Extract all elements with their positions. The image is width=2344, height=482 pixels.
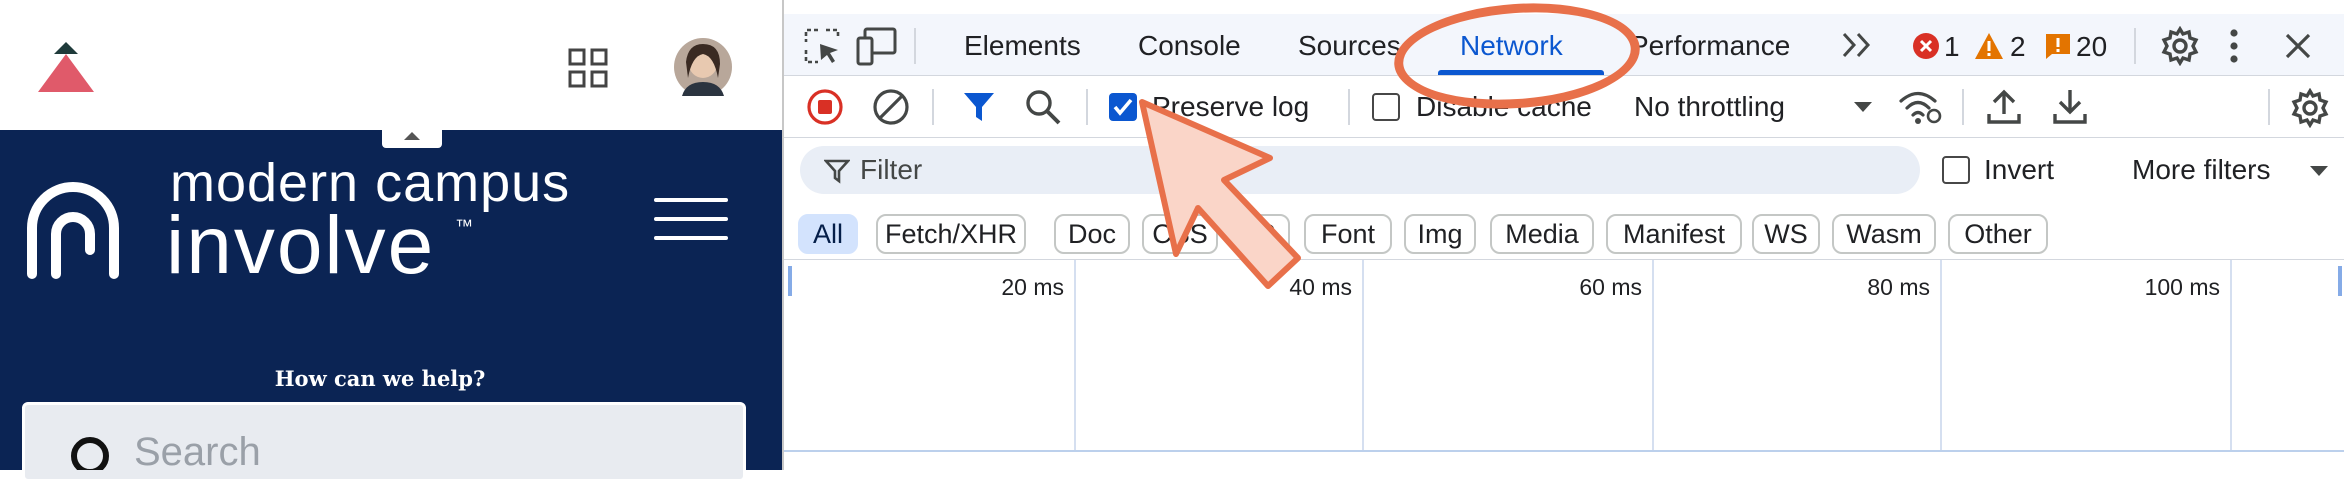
import-har-icon[interactable] xyxy=(1986,88,2022,126)
tab-separator xyxy=(914,28,916,64)
filter-funnel-icon[interactable] xyxy=(962,90,996,124)
site-search-input[interactable] xyxy=(22,402,746,482)
collapse-tab-icon[interactable] xyxy=(382,126,442,148)
toolbar-separator xyxy=(1086,89,1088,125)
network-conditions-icon[interactable] xyxy=(1898,88,1942,126)
more-filters-button[interactable]: More filters xyxy=(2132,154,2270,186)
error-icon[interactable] xyxy=(1912,32,1940,60)
tab-sources[interactable]: Sources xyxy=(1298,30,1401,62)
filter-bar: Filter Invert More filters xyxy=(784,138,2344,204)
throttling-select[interactable]: No throttling xyxy=(1634,91,1785,123)
hamburger-menu-icon[interactable] xyxy=(654,196,728,242)
toolbar-separator xyxy=(1348,89,1350,125)
brand-name-bottom: involve xyxy=(166,200,436,291)
error-count[interactable]: 1 xyxy=(1944,31,1960,63)
timeline-gridline xyxy=(1940,260,1942,450)
filter-input[interactable] xyxy=(800,146,1920,194)
timeline-gridline xyxy=(1074,260,1076,450)
type-filter-img[interactable]: Img xyxy=(1404,214,1476,254)
help-heading: How can we help? xyxy=(274,366,486,391)
timeline-tick-label: 60 ms xyxy=(1579,274,1642,300)
disable-cache-checkbox[interactable] xyxy=(1372,93,1400,121)
more-options-icon[interactable] xyxy=(2228,28,2240,64)
timeline-tick-label: 80 ms xyxy=(1867,274,1930,300)
timeline-handle[interactable] xyxy=(2338,266,2342,296)
tab-elements[interactable]: Elements xyxy=(964,30,1081,62)
type-filter-fetch-xhr[interactable]: Fetch/XHR xyxy=(876,214,1026,254)
site-logo-icon[interactable] xyxy=(36,40,96,96)
clear-icon[interactable] xyxy=(872,88,910,126)
timeline-gridline xyxy=(2230,260,2232,450)
type-filter-wasm[interactable]: Wasm xyxy=(1832,214,1936,254)
network-settings-gear-icon[interactable] xyxy=(2290,88,2330,128)
resource-type-filters: All Fetch/XHR Doc CSS JS Font Img Media … xyxy=(784,204,2344,260)
device-toolbar-icon[interactable] xyxy=(856,26,898,66)
type-filter-other[interactable]: Other xyxy=(1948,214,2048,254)
toolbar-separator xyxy=(2268,89,2270,125)
type-filter-all[interactable]: All xyxy=(798,214,858,254)
search-icon xyxy=(71,437,109,470)
warning-count[interactable]: 2 xyxy=(2010,31,2026,63)
search-icon[interactable] xyxy=(1024,88,1062,126)
type-filter-doc[interactable]: Doc xyxy=(1054,214,1130,254)
network-waterfall[interactable]: 20 ms 40 ms 60 ms 80 ms 100 ms xyxy=(784,260,2344,452)
record-stop-icon[interactable] xyxy=(806,88,844,126)
timeline-gridline xyxy=(1362,260,1364,450)
close-icon[interactable] xyxy=(2284,32,2312,60)
type-filter-media[interactable]: Media xyxy=(1490,214,1594,254)
toolbar-separator xyxy=(1962,89,1964,125)
tab-separator xyxy=(2134,28,2136,64)
site-search-placeholder: Search xyxy=(134,430,261,474)
avatar[interactable] xyxy=(674,38,732,96)
export-har-icon[interactable] xyxy=(2052,88,2088,126)
chevron-down-icon[interactable] xyxy=(2308,164,2330,178)
tab-console[interactable]: Console xyxy=(1138,30,1241,62)
involve-logo-icon xyxy=(27,182,119,279)
type-filter-manifest[interactable]: Manifest xyxy=(1606,214,1742,254)
timeline-gridline xyxy=(1652,260,1654,450)
issues-count[interactable]: 20 xyxy=(2076,31,2107,63)
double-chevron-icon[interactable] xyxy=(1840,30,1874,60)
website-panel: modern campus involve ™ How can we help?… xyxy=(0,0,782,482)
trademark-mark: ™ xyxy=(455,216,473,236)
issues-icon[interactable] xyxy=(2044,32,2072,60)
settings-gear-icon[interactable] xyxy=(2160,26,2200,66)
apps-grid-icon[interactable] xyxy=(568,48,608,88)
tab-performance[interactable]: Performance xyxy=(1630,30,1790,62)
inspect-element-icon[interactable] xyxy=(804,28,842,66)
toolbar-separator xyxy=(932,89,934,125)
invert-checkbox[interactable] xyxy=(1942,156,1970,184)
invert-label[interactable]: Invert xyxy=(1984,154,2054,186)
filter-placeholder: Filter xyxy=(860,154,923,185)
annotation-arrow-icon xyxy=(1139,99,1301,289)
type-filter-ws[interactable]: WS xyxy=(1752,214,1820,254)
timeline-handle[interactable] xyxy=(788,266,792,296)
filter-funnel-icon xyxy=(824,159,850,184)
timeline-tick-label: 20 ms xyxy=(1001,274,1064,300)
chevron-down-icon[interactable] xyxy=(1852,100,1874,114)
site-header xyxy=(0,0,782,130)
warning-icon[interactable] xyxy=(1974,32,2004,60)
timeline-tick-label: 100 ms xyxy=(2144,274,2220,300)
